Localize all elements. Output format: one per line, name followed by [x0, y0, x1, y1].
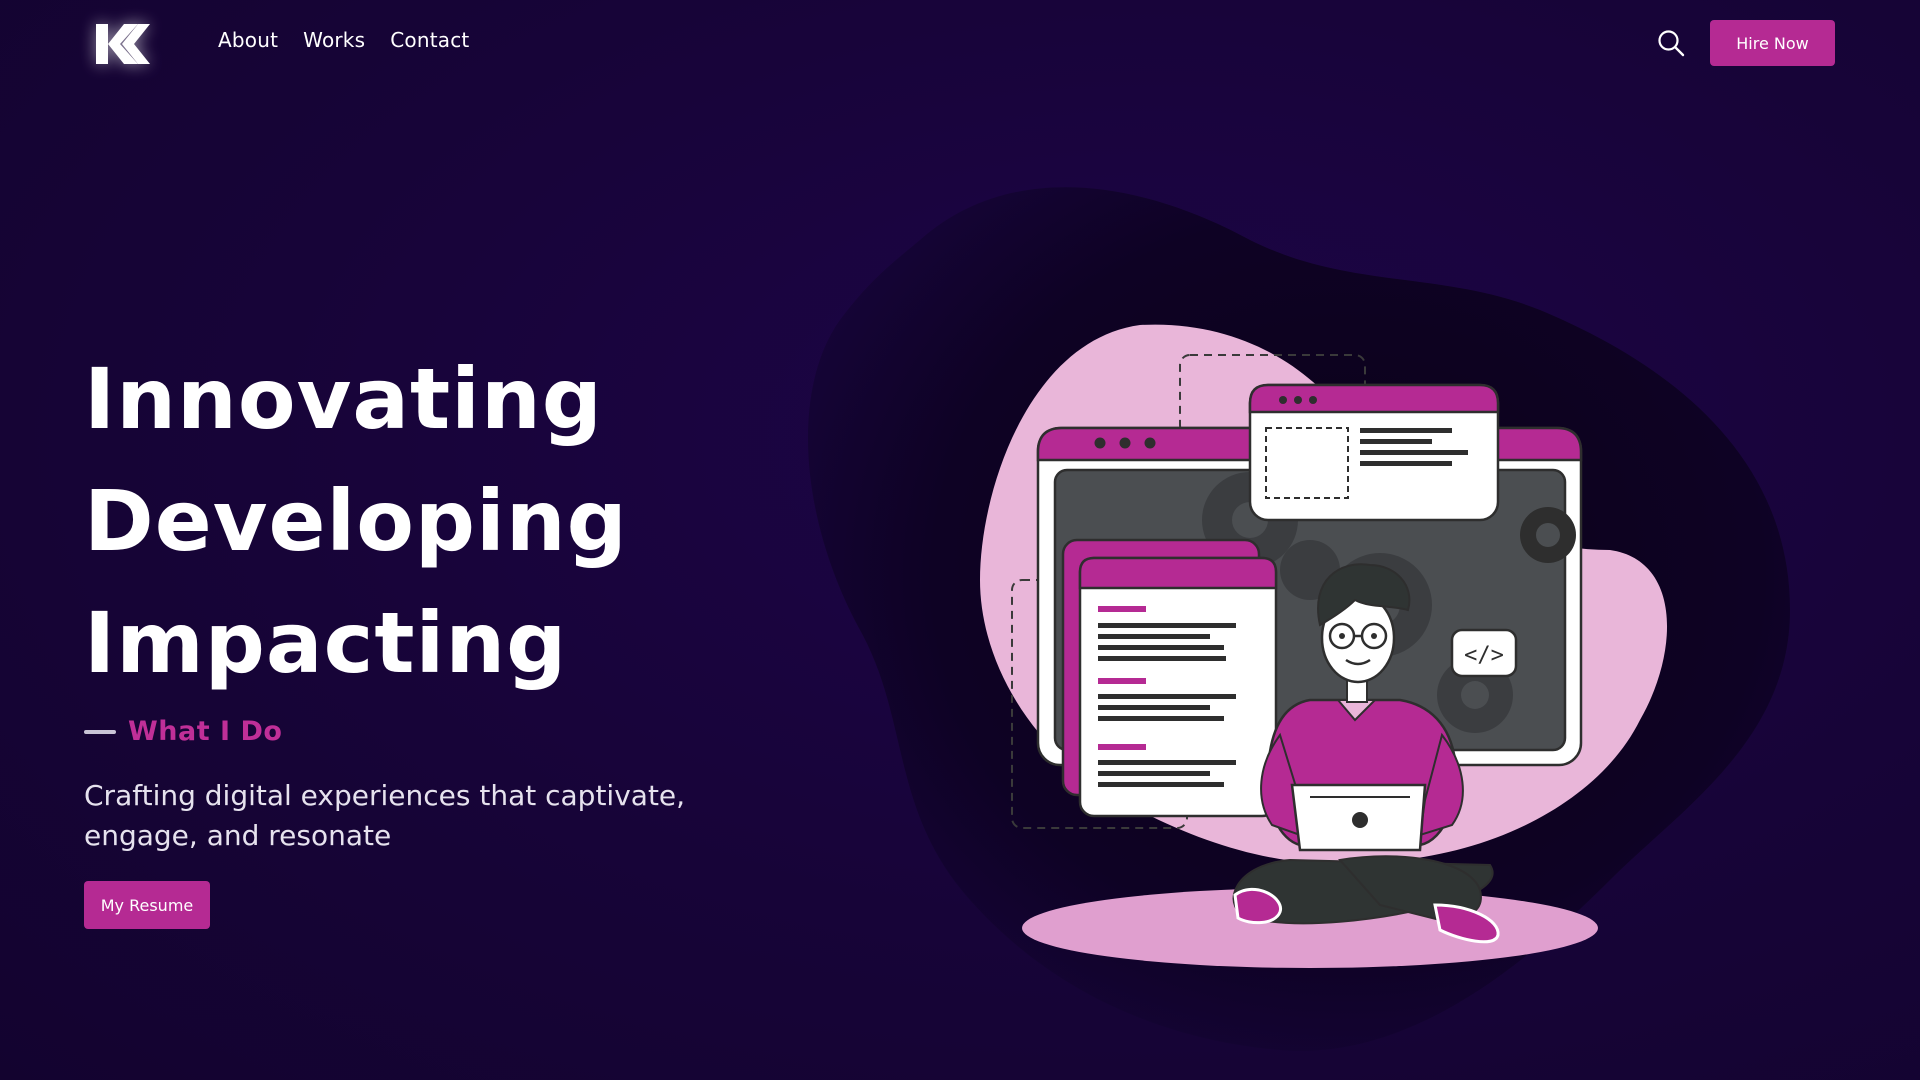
- hero-tagline: Crafting digital experiences that captiv…: [84, 776, 744, 856]
- hero-headline: Innovating Developing Impacting: [84, 338, 628, 704]
- document-card: [1061, 538, 1278, 818]
- my-resume-button[interactable]: My Resume: [84, 881, 210, 929]
- floating-window: [1248, 383, 1500, 522]
- hire-now-button[interactable]: Hire Now: [1710, 20, 1835, 66]
- code-tag-bubble: </>: [1450, 628, 1518, 678]
- search-icon[interactable]: [1656, 28, 1686, 58]
- headline-line-3: Impacting: [84, 594, 568, 692]
- nav-link-contact[interactable]: Contact: [390, 28, 469, 52]
- code-tag-text: </>: [1464, 643, 1504, 668]
- section-dash: [84, 729, 116, 734]
- tagline-line-2: engage, and resonate: [84, 819, 392, 852]
- developer-illustration: </>: [807, 187, 1790, 1051]
- headline-line-1: Innovating: [84, 350, 603, 448]
- tagline-line-1: Crafting digital experiences that captiv…: [84, 779, 686, 812]
- section-label-text: What I Do: [128, 716, 283, 747]
- section-label: What I Do: [84, 716, 282, 747]
- headline-line-2: Developing: [84, 472, 628, 570]
- logo-icon[interactable]: [94, 20, 152, 68]
- nav-link-about[interactable]: About: [218, 28, 278, 52]
- nav-link-works[interactable]: Works: [303, 28, 365, 52]
- main-nav: About Works Contact: [218, 28, 469, 52]
